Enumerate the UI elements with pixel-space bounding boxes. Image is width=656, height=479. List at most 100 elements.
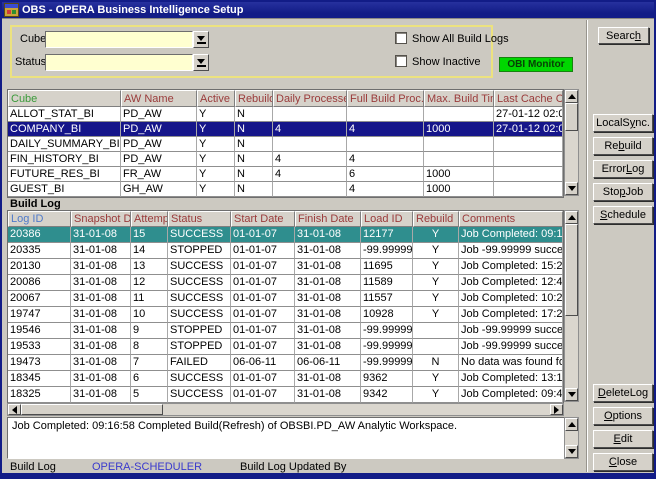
cell: N [235,107,273,122]
build-log-row[interactable]: 1953331-01-088STOPPED01-01-0731-01-08-99… [8,339,563,355]
cube-grid-row[interactable]: ALLOT_STAT_BIPD_AWYN 27-01-12 02:05 PM [8,107,563,122]
column-header: Finish Date [295,211,361,227]
comment-box[interactable]: Job Completed: 09:16:58 Completed Build(… [7,417,579,459]
column-header: Last Cache Clear [494,90,563,107]
cell: -99.99999 [361,243,413,259]
cube-grid-row[interactable]: FUTURE_RES_BIFR_AWYN461000 [8,167,563,182]
cell: SUCCESS [168,291,231,307]
cell: 01-01-07 [231,259,295,275]
build-log-row[interactable]: 2013031-01-0813SUCCESS01-01-0731-01-0811… [8,259,563,275]
scrollbar-track[interactable] [565,316,578,388]
scrollbar-track[interactable] [163,404,550,415]
scrollbar-track[interactable] [565,131,578,182]
edit-button[interactable]: Edit [593,430,653,448]
cell: Y [197,167,235,182]
cell: Job Completed: 15:25:00 C [459,259,563,275]
local-sync-button[interactable]: Local Sync. [593,114,653,132]
schedule-button[interactable]: Schedule [593,206,653,224]
cube-input[interactable] [45,31,193,48]
cell: 31-01-08 [71,323,131,339]
scroll-down-icon[interactable] [565,388,578,401]
cell: Job Completed: 09:16:58 C [459,227,563,243]
cell: 31-01-08 [71,275,131,291]
build-log-row[interactable]: 2033531-01-0814STOPPED01-01-0731-01-08-9… [8,243,563,259]
build-log-row[interactable]: 2008631-01-0812SUCCESS01-01-0731-01-0811… [8,275,563,291]
options-button[interactable]: Options [593,407,653,425]
build-log-row[interactable]: 1947331-01-087FAILED06-06-1106-06-11-99.… [8,355,563,371]
cell: PD_AW [121,152,197,167]
cell: 4 [273,122,347,137]
cell: SUCCESS [168,227,231,243]
scrollbar-thumb[interactable] [21,404,163,415]
column-header: Status [168,211,231,227]
cell: Y [413,307,459,323]
cell: 01-01-07 [231,387,295,403]
cell: PD_AW [121,107,197,122]
build-log-row[interactable]: 1834531-01-086SUCCESS01-01-0731-01-08936… [8,371,563,387]
cell: Job Completed: 13:19:01 C [459,371,563,387]
scroll-up-icon[interactable] [565,211,578,224]
obi-monitor-button[interactable]: OBI Monitor [499,57,573,72]
cube-grid-row[interactable]: FIN_HISTORY_BIPD_AWYN44 [8,152,563,167]
cell: N [235,182,273,197]
cell: FUTURE_RES_BI [8,167,121,182]
cell: 06-06-11 [231,355,295,371]
cell: 20386 [8,227,71,243]
cell: 01-01-07 [231,323,295,339]
build-log-row[interactable]: 1974731-01-0810SUCCESS01-01-0731-01-0810… [8,307,563,323]
scrollbar-thumb[interactable] [565,224,578,316]
search-button[interactable]: Search [598,27,649,44]
cell: 31-01-08 [71,307,131,323]
cube-dropdown-button[interactable] [193,31,209,48]
scrollbar-thumb[interactable] [565,103,578,131]
cell: Job Completed: 10:28:10 C [459,291,563,307]
close-button[interactable]: Close [593,453,653,471]
scroll-up-icon[interactable] [565,90,578,103]
cube-grid-row[interactable]: COMPANY_BIPD_AWYN44100027-01-12 02:05 PM [8,122,563,137]
cell: 4 [347,152,424,167]
show-all-build-logs-checkbox[interactable] [395,32,407,44]
build-log-row[interactable]: 2006731-01-0811SUCCESS01-01-0731-01-0811… [8,291,563,307]
build-log-row[interactable]: 1954631-01-089STOPPED01-01-0731-01-08-99… [8,323,563,339]
cell: Y [197,152,235,167]
build-log-vertical-scrollbar[interactable] [564,210,579,402]
cell: Job -99.99999 successfully [459,339,563,355]
cell [347,137,424,152]
comment-vertical-scrollbar[interactable] [564,417,579,459]
column-header: Active [197,90,235,107]
scroll-right-icon[interactable] [550,404,563,415]
scrollbar-track[interactable] [565,431,578,445]
status-input[interactable] [45,54,193,71]
cell: Y [413,227,459,243]
cell [494,137,563,152]
cell: 31-01-08 [295,371,361,387]
cell: ALLOT_STAT_BI [8,107,121,122]
error-log-button[interactable]: Error Log [593,160,653,178]
cell: 31-01-08 [295,339,361,355]
cell: 31-01-08 [295,387,361,403]
title-bar[interactable]: OBS - OPERA Business Intelligence Setup [2,2,654,19]
rebuild-button[interactable]: Rebuild [593,137,653,155]
delete-log-button[interactable]: Delete Log [593,384,653,402]
build-log-section-label: Build Log [10,198,61,210]
stop-job-button[interactable]: Stop Job [593,183,653,201]
dropdown-bar-icon [197,42,206,44]
show-inactive-checkbox[interactable] [395,55,407,67]
cell: 27-01-12 02:05 PM [494,107,563,122]
cube-grid-vertical-scrollbar[interactable] [564,89,579,196]
build-log-row[interactable]: 1832531-01-085SUCCESS01-01-0731-01-08934… [8,387,563,403]
scroll-down-icon[interactable] [565,182,578,195]
cube-grid-row[interactable]: GUEST_BIGH_AWYN 41000 [8,182,563,197]
scroll-left-icon[interactable] [8,404,21,415]
cell: STOPPED [168,243,231,259]
scroll-up-icon[interactable] [565,418,578,431]
show-inactive-label: Show Inactive [412,56,480,68]
cube-grid-row[interactable]: DAILY_SUMMARY_BIPD_AWYN [8,137,563,152]
cell [424,107,494,122]
status-dropdown-button[interactable] [193,54,209,71]
build-log-row[interactable]: 2038631-01-0815SUCCESS01-01-0731-01-0812… [8,227,563,243]
cell: STOPPED [168,339,231,355]
build-log-horizontal-scrollbar[interactable] [7,403,564,416]
scroll-down-icon[interactable] [565,445,578,458]
cell: 01-01-07 [231,275,295,291]
